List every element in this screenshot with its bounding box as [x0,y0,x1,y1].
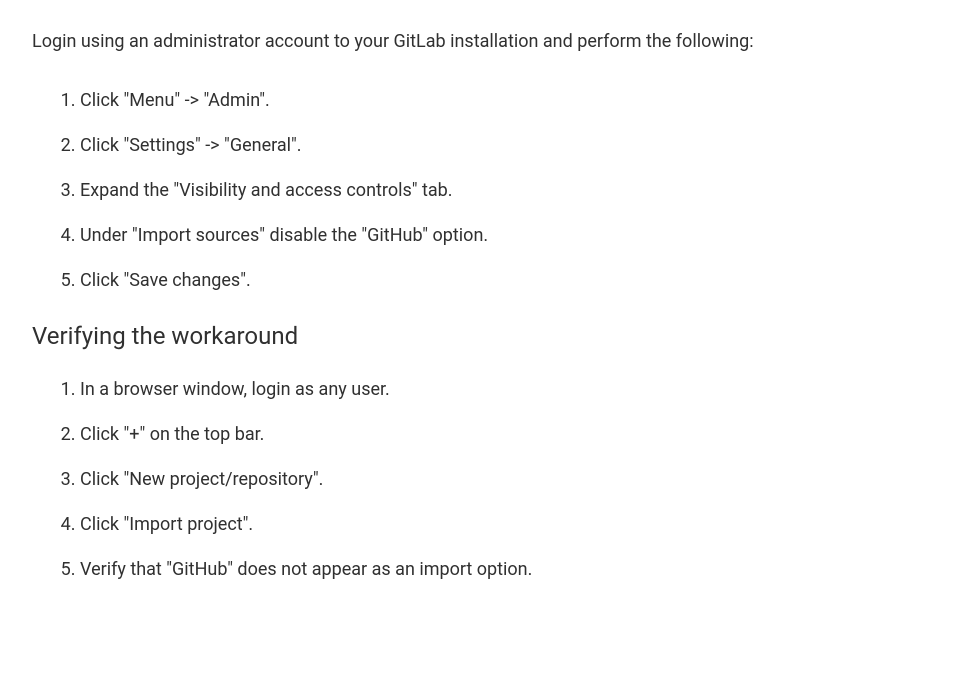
verify-step-5: Verify that "GitHub" does not appear as … [80,556,940,583]
verify-steps: In a browser window, login as any user. … [32,376,940,583]
verify-heading: Verifying the workaround [32,318,940,354]
verify-step-2: Click "+" on the top bar. [80,421,940,448]
verify-step-1: In a browser window, login as any user. [80,376,940,403]
step-5: Click "Save changes". [80,267,940,294]
step-4: Under "Import sources" disable the "GitH… [80,222,940,249]
workaround-steps: Click "Menu" -> "Admin". Click "Settings… [32,87,940,294]
verify-step-3: Click "New project/repository". [80,466,940,493]
intro-text: Login using an administrator account to … [32,28,940,55]
step-1: Click "Menu" -> "Admin". [80,87,940,114]
step-3: Expand the "Visibility and access contro… [80,177,940,204]
verify-step-4: Click "Import project". [80,511,940,538]
step-2: Click "Settings" -> "General". [80,132,940,159]
